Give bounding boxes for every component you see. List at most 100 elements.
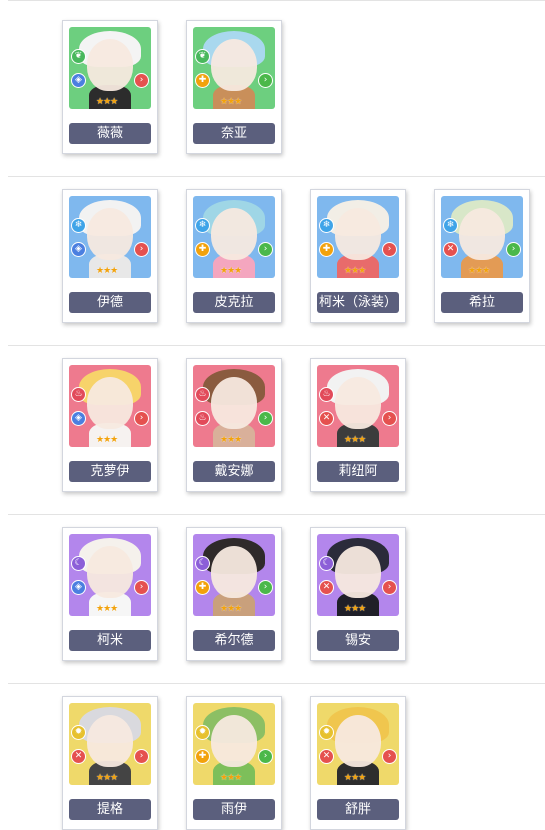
- hero-name: 薇薇: [69, 123, 151, 144]
- sun-icon: ✹: [195, 725, 210, 740]
- star-rating: ★★★: [220, 435, 242, 445]
- star-rating: ★★★: [96, 266, 118, 276]
- arrow-icon: ›: [134, 73, 149, 88]
- hero-card[interactable]: ❦ ◈ › ★★★ 薇薇: [62, 20, 158, 154]
- hero-card[interactable]: ☾ ✚ › ★★★ 希尔德: [186, 527, 282, 661]
- hero-portrait: ☾ ✕ › ★★★: [317, 534, 399, 616]
- hero-face: [211, 546, 257, 598]
- arrow-icon: ›: [506, 242, 521, 257]
- hero-card[interactable]: ❄ ✕ › ★★★ 希拉: [434, 189, 530, 323]
- arrow-icon: ›: [258, 749, 273, 764]
- hero-card[interactable]: ♨ ♨ › ★★★ 戴安娜: [186, 358, 282, 492]
- hero-face: [211, 715, 257, 767]
- cross-icon: ✚: [195, 242, 210, 257]
- arrow-icon: ›: [382, 411, 397, 426]
- hero-portrait: ✹ ✕ › ★★★: [69, 703, 151, 785]
- flame-icon: ♨: [319, 387, 334, 402]
- row-divider: [8, 683, 545, 684]
- hero-card[interactable]: ❄ ✚ › ★★★ 皮克拉: [186, 189, 282, 323]
- row-divider: [8, 514, 545, 515]
- hero-name: 克萝伊: [69, 461, 151, 482]
- hero-card[interactable]: ☾ ◈ › ★★★ 柯米: [62, 527, 158, 661]
- hero-face: [87, 208, 133, 260]
- star-rating: ★★★: [344, 266, 366, 276]
- sword-icon: ✕: [319, 580, 334, 595]
- star-rating: ★★★: [344, 773, 366, 783]
- row-divider: [8, 176, 545, 177]
- hero-portrait: ❄ ◈ › ★★★: [69, 196, 151, 278]
- sword-icon: ✕: [319, 411, 334, 426]
- hero-face: [87, 546, 133, 598]
- hero-card[interactable]: ✹ ✕ › ★★★ 提格: [62, 696, 158, 830]
- cross-icon: ✚: [319, 242, 334, 257]
- snowflake-icon: ❄: [319, 218, 334, 233]
- hero-face: [211, 377, 257, 429]
- arrow-icon: ›: [382, 242, 397, 257]
- hero-name: 柯米（泳装）: [317, 292, 399, 313]
- snowflake-icon: ❄: [443, 218, 458, 233]
- hero-name: 皮克拉: [193, 292, 275, 313]
- hero-name: 戴安娜: [193, 461, 275, 482]
- star-rating: ★★★: [468, 266, 490, 276]
- moon-icon: ☾: [195, 556, 210, 571]
- snowflake-icon: ❄: [71, 218, 86, 233]
- hero-card[interactable]: ✹ ✚ › ★★★ 雨伊: [186, 696, 282, 830]
- star-rating: ★★★: [220, 604, 242, 614]
- arrow-icon: ›: [258, 411, 273, 426]
- row-divider: [8, 0, 545, 1]
- class-flame-icon: ♨: [195, 411, 210, 426]
- star-rating: ★★★: [220, 97, 242, 107]
- hero-portrait: ♨ ♨ › ★★★: [193, 365, 275, 447]
- hero-portrait: ❄ ✕ › ★★★: [441, 196, 523, 278]
- hero-portrait: ☾ ◈ › ★★★: [69, 534, 151, 616]
- cross-icon: ✚: [195, 580, 210, 595]
- hero-name: 柯米: [69, 630, 151, 651]
- arrow-icon: ›: [134, 242, 149, 257]
- hero-face: [87, 377, 133, 429]
- hero-face: [87, 39, 133, 91]
- hero-portrait: ❦ ◈ › ★★★: [69, 27, 151, 109]
- arrow-icon: ›: [258, 242, 273, 257]
- hero-card[interactable]: ✹ ✕ › ★★★ 舒胖: [310, 696, 406, 830]
- hero-portrait: ❄ ✚ › ★★★: [317, 196, 399, 278]
- arrow-icon: ›: [134, 580, 149, 595]
- hero-name: 希拉: [441, 292, 523, 313]
- leaf-icon: ❦: [195, 49, 210, 64]
- hero-card[interactable]: ♨ ✕ › ★★★ 莉纽阿: [310, 358, 406, 492]
- snowflake-icon: ❄: [195, 218, 210, 233]
- hero-card[interactable]: ☾ ✕ › ★★★ 锡安: [310, 527, 406, 661]
- leaf-icon: ❦: [71, 49, 86, 64]
- hero-face: [211, 208, 257, 260]
- cross-icon: ✚: [195, 749, 210, 764]
- sun-icon: ✹: [319, 725, 334, 740]
- hero-portrait: ♨ ✕ › ★★★: [317, 365, 399, 447]
- row-divider: [8, 345, 545, 346]
- sun-icon: ✹: [71, 725, 86, 740]
- shield-icon: ◈: [71, 411, 86, 426]
- hero-card[interactable]: ❄ ✚ › ★★★ 柯米（泳装）: [310, 189, 406, 323]
- star-rating: ★★★: [220, 266, 242, 276]
- hero-face: [335, 546, 381, 598]
- hero-face: [211, 39, 257, 91]
- hero-card[interactable]: ❄ ◈ › ★★★ 伊德: [62, 189, 158, 323]
- shield-icon: ◈: [71, 580, 86, 595]
- flame-icon: ♨: [195, 387, 210, 402]
- arrow-icon: ›: [382, 580, 397, 595]
- hero-face: [459, 208, 505, 260]
- sword-icon: ✕: [319, 749, 334, 764]
- hero-name: 舒胖: [317, 799, 399, 820]
- hero-gallery: ❦ ◈ › ★★★ 薇薇 ❦ ✚ › ★★★ 奈亚 ❄ ◈ › ★★★ 伊德 ❄ ✚ › ★★★ 皮克拉 ❄ ✚ › ★★★ 柯…: [0, 0, 545, 830]
- arrow-icon: ›: [134, 749, 149, 764]
- star-rating: ★★★: [344, 604, 366, 614]
- hero-name: 锡安: [317, 630, 399, 651]
- star-rating: ★★★: [96, 604, 118, 614]
- moon-icon: ☾: [319, 556, 334, 571]
- star-rating: ★★★: [96, 97, 118, 107]
- hero-portrait: ❄ ✚ › ★★★: [193, 196, 275, 278]
- hero-card[interactable]: ♨ ◈ › ★★★ 克萝伊: [62, 358, 158, 492]
- shield-icon: ◈: [71, 73, 86, 88]
- hero-portrait: ❦ ✚ › ★★★: [193, 27, 275, 109]
- arrow-icon: ›: [382, 749, 397, 764]
- hero-name: 莉纽阿: [317, 461, 399, 482]
- hero-card[interactable]: ❦ ✚ › ★★★ 奈亚: [186, 20, 282, 154]
